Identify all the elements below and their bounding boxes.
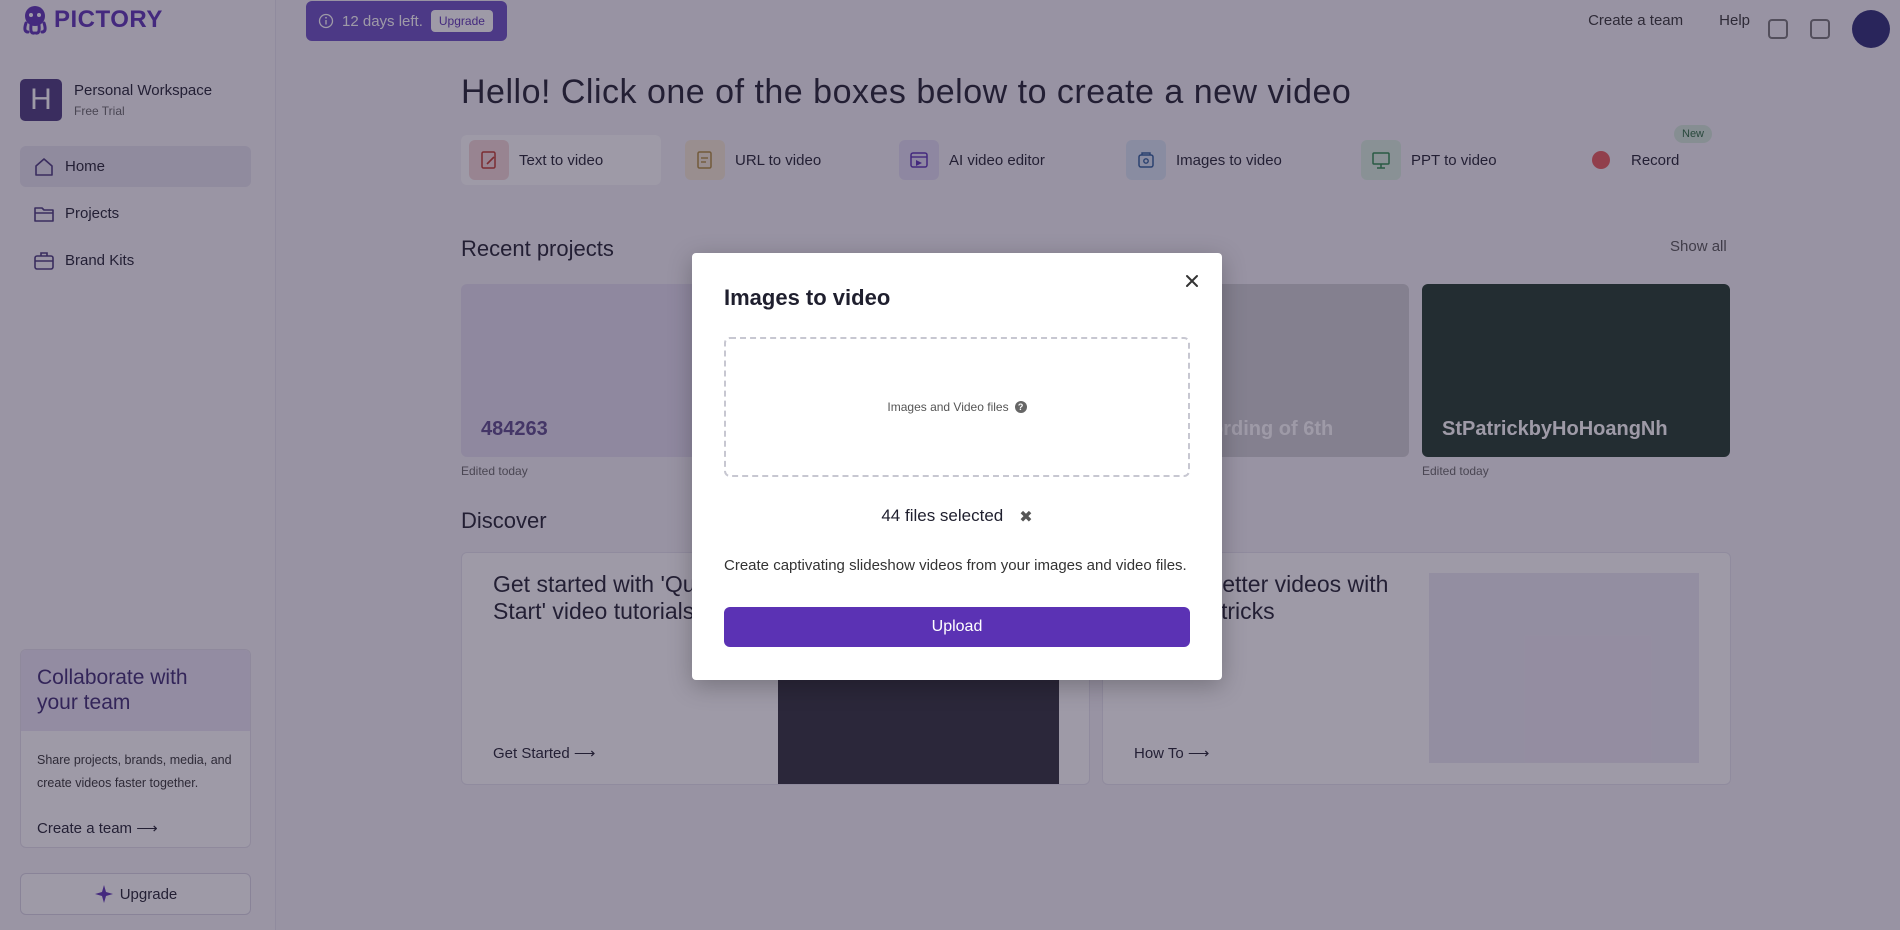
help-icon[interactable]: ?	[1014, 401, 1027, 413]
close-button[interactable]	[1180, 269, 1204, 293]
images-to-video-modal: Images to video Images and Video files ?…	[692, 253, 1222, 680]
files-selected-row: 44 files selected ✖	[692, 505, 1222, 527]
modal-title: Images to video	[724, 285, 891, 310]
close-icon	[1186, 275, 1198, 287]
dropzone-label: Images and Video files	[887, 400, 1009, 414]
files-selected-text: 44 files selected	[881, 506, 1004, 525]
modal-description: Create captivating slideshow videos from…	[724, 557, 1187, 574]
upload-button[interactable]: Upload	[724, 607, 1190, 647]
file-dropzone[interactable]: Images and Video files ?	[724, 337, 1190, 477]
clear-files-icon[interactable]: ✖	[1019, 507, 1032, 527]
